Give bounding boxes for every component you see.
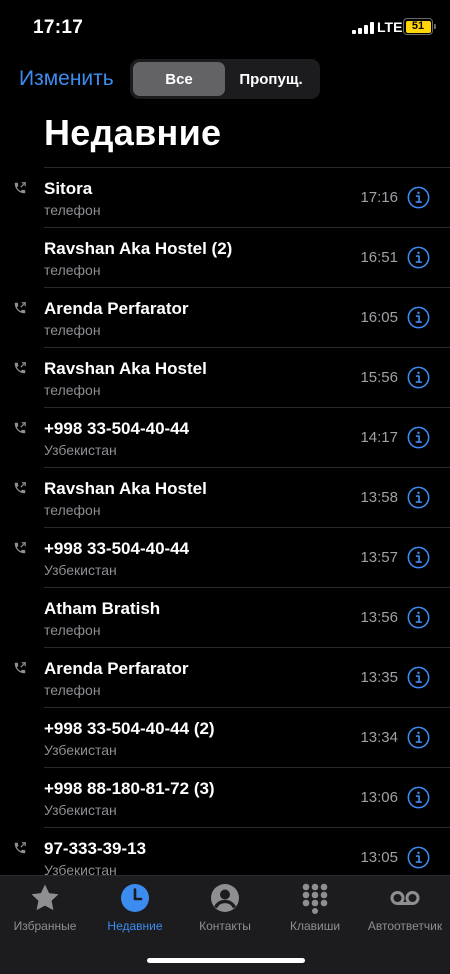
info-icon[interactable] bbox=[407, 246, 430, 269]
call-time: 13:05 bbox=[360, 849, 398, 866]
call-row[interactable]: Ravshan Aka Hostel (2) телефон 16:51 bbox=[0, 228, 450, 288]
call-time: 16:51 bbox=[360, 249, 398, 266]
call-time: 13:56 bbox=[360, 609, 398, 626]
outgoing-call-icon bbox=[14, 302, 26, 314]
tab-label: Клавиши bbox=[289, 919, 341, 933]
caller-name: Ravshan Aka Hostel bbox=[44, 359, 207, 378]
call-type-label: телефон bbox=[44, 502, 101, 518]
call-type-label: Узбекистан bbox=[44, 562, 117, 578]
call-type-label: телефон bbox=[44, 682, 101, 698]
tab-keypad[interactable]: Клавиши bbox=[270, 876, 360, 938]
info-icon[interactable] bbox=[407, 726, 430, 749]
tab-voicemail[interactable]: Автоответчик bbox=[360, 876, 450, 938]
tab-favorites[interactable]: Избранные bbox=[0, 876, 90, 938]
battery-level: 51 bbox=[405, 20, 431, 33]
call-time: 14:17 bbox=[360, 429, 398, 446]
caller-name: +998 33-504-40-44 (2) bbox=[44, 719, 215, 738]
call-type-label: телефон bbox=[44, 202, 101, 218]
person-circle-icon bbox=[211, 884, 239, 912]
outgoing-call-icon bbox=[14, 422, 26, 434]
segment-all[interactable]: Все bbox=[133, 62, 225, 96]
star-icon bbox=[31, 884, 59, 911]
call-row[interactable]: Sitora телефон 17:16 bbox=[0, 168, 450, 228]
caller-name: Arenda Perfarator bbox=[44, 299, 189, 318]
keypad-icon bbox=[302, 883, 328, 914]
info-icon[interactable] bbox=[407, 426, 430, 449]
status-time: 17:17 bbox=[33, 17, 84, 38]
tab-label: Избранные bbox=[13, 919, 77, 933]
caller-name: Sitora bbox=[44, 179, 93, 198]
call-time: 17:16 bbox=[360, 189, 398, 206]
call-time: 15:56 bbox=[360, 369, 398, 386]
tab-label: Контакты bbox=[199, 919, 251, 933]
outgoing-call-icon bbox=[14, 662, 26, 674]
edit-button[interactable]: Изменить bbox=[19, 67, 114, 91]
call-row[interactable]: 97-333-39-13 Узбекистан 13:05 bbox=[0, 828, 450, 875]
caller-name: +998 33-504-40-44 bbox=[44, 539, 190, 558]
clock-icon bbox=[121, 884, 149, 912]
outgoing-call-icon bbox=[14, 362, 26, 374]
call-type-label: Узбекистан bbox=[44, 802, 117, 818]
call-type-label: Узбекистан bbox=[44, 862, 117, 875]
tab-label: Недавние bbox=[107, 919, 163, 933]
outgoing-call-icon bbox=[14, 542, 26, 554]
tab-contacts[interactable]: Контакты bbox=[180, 876, 270, 938]
call-row[interactable]: +998 88-180-81-72 (3) Узбекистан 13:06 bbox=[0, 768, 450, 828]
caller-name: Ravshan Aka Hostel bbox=[44, 479, 207, 498]
call-row[interactable]: Atham Bratish телефон 13:56 bbox=[0, 588, 450, 648]
outgoing-call-icon bbox=[14, 182, 26, 194]
info-icon[interactable] bbox=[407, 186, 430, 209]
caller-name: Ravshan Aka Hostel (2) bbox=[44, 239, 233, 258]
battery-icon: 51 bbox=[403, 18, 436, 35]
voicemail-icon bbox=[390, 891, 420, 905]
info-icon[interactable] bbox=[407, 846, 430, 869]
call-time: 13:57 bbox=[360, 549, 398, 566]
tab-recents[interactable]: Недавние bbox=[90, 876, 180, 938]
filter-segmented-control[interactable]: Все Пропущ. bbox=[130, 59, 320, 99]
info-icon[interactable] bbox=[407, 306, 430, 329]
call-row[interactable]: Arenda Perfarator телефон 13:35 bbox=[0, 648, 450, 708]
caller-name: 97-333-39-13 bbox=[44, 839, 147, 858]
call-row[interactable]: +998 33-504-40-44 Узбекистан 13:57 bbox=[0, 528, 450, 588]
call-type-label: телефон bbox=[44, 322, 101, 338]
segment-missed[interactable]: Пропущ. bbox=[225, 62, 317, 96]
recent-calls-list[interactable]: Sitora телефон 17:16 Ravshan Aka Hostel … bbox=[0, 168, 450, 875]
tab-label: Автоответчик bbox=[367, 919, 443, 933]
call-type-label: телефон bbox=[44, 262, 101, 278]
info-icon[interactable] bbox=[407, 666, 430, 689]
outgoing-call-icon bbox=[14, 842, 26, 854]
info-icon[interactable] bbox=[407, 606, 430, 629]
cellular-signal-icon bbox=[352, 22, 374, 34]
network-type: LTE bbox=[377, 19, 403, 35]
call-row[interactable]: Arenda Perfarator телефон 16:05 bbox=[0, 288, 450, 348]
info-icon[interactable] bbox=[407, 486, 430, 509]
info-icon[interactable] bbox=[407, 366, 430, 389]
caller-name: +998 33-504-40-44 bbox=[44, 419, 190, 438]
page-title: Недавние bbox=[44, 112, 222, 153]
home-indicator bbox=[147, 958, 305, 963]
call-time: 13:35 bbox=[360, 669, 398, 686]
call-time: 13:34 bbox=[360, 729, 398, 746]
info-icon[interactable] bbox=[407, 786, 430, 809]
call-row[interactable]: Ravshan Aka Hostel телефон 13:58 bbox=[0, 468, 450, 528]
call-row[interactable]: +998 33-504-40-44 (2) Узбекистан 13:34 bbox=[0, 708, 450, 768]
call-type-label: телефон bbox=[44, 622, 101, 638]
call-type-label: Узбекистан bbox=[44, 742, 117, 758]
status-bar: 17:17 LTE 51 bbox=[0, 0, 450, 56]
call-time: 13:58 bbox=[360, 489, 398, 506]
call-time: 16:05 bbox=[360, 309, 398, 326]
info-icon[interactable] bbox=[407, 546, 430, 569]
caller-name: Arenda Perfarator bbox=[44, 659, 189, 678]
outgoing-call-icon bbox=[14, 482, 26, 494]
caller-name: Atham Bratish bbox=[44, 599, 161, 618]
caller-name: +998 88-180-81-72 (3) bbox=[44, 779, 215, 798]
call-row[interactable]: +998 33-504-40-44 Узбекистан 14:17 bbox=[0, 408, 450, 468]
call-type-label: телефон bbox=[44, 382, 101, 398]
call-row[interactable]: Ravshan Aka Hostel телефон 15:56 bbox=[0, 348, 450, 408]
call-time: 13:06 bbox=[360, 789, 398, 806]
call-type-label: Узбекистан bbox=[44, 442, 117, 458]
